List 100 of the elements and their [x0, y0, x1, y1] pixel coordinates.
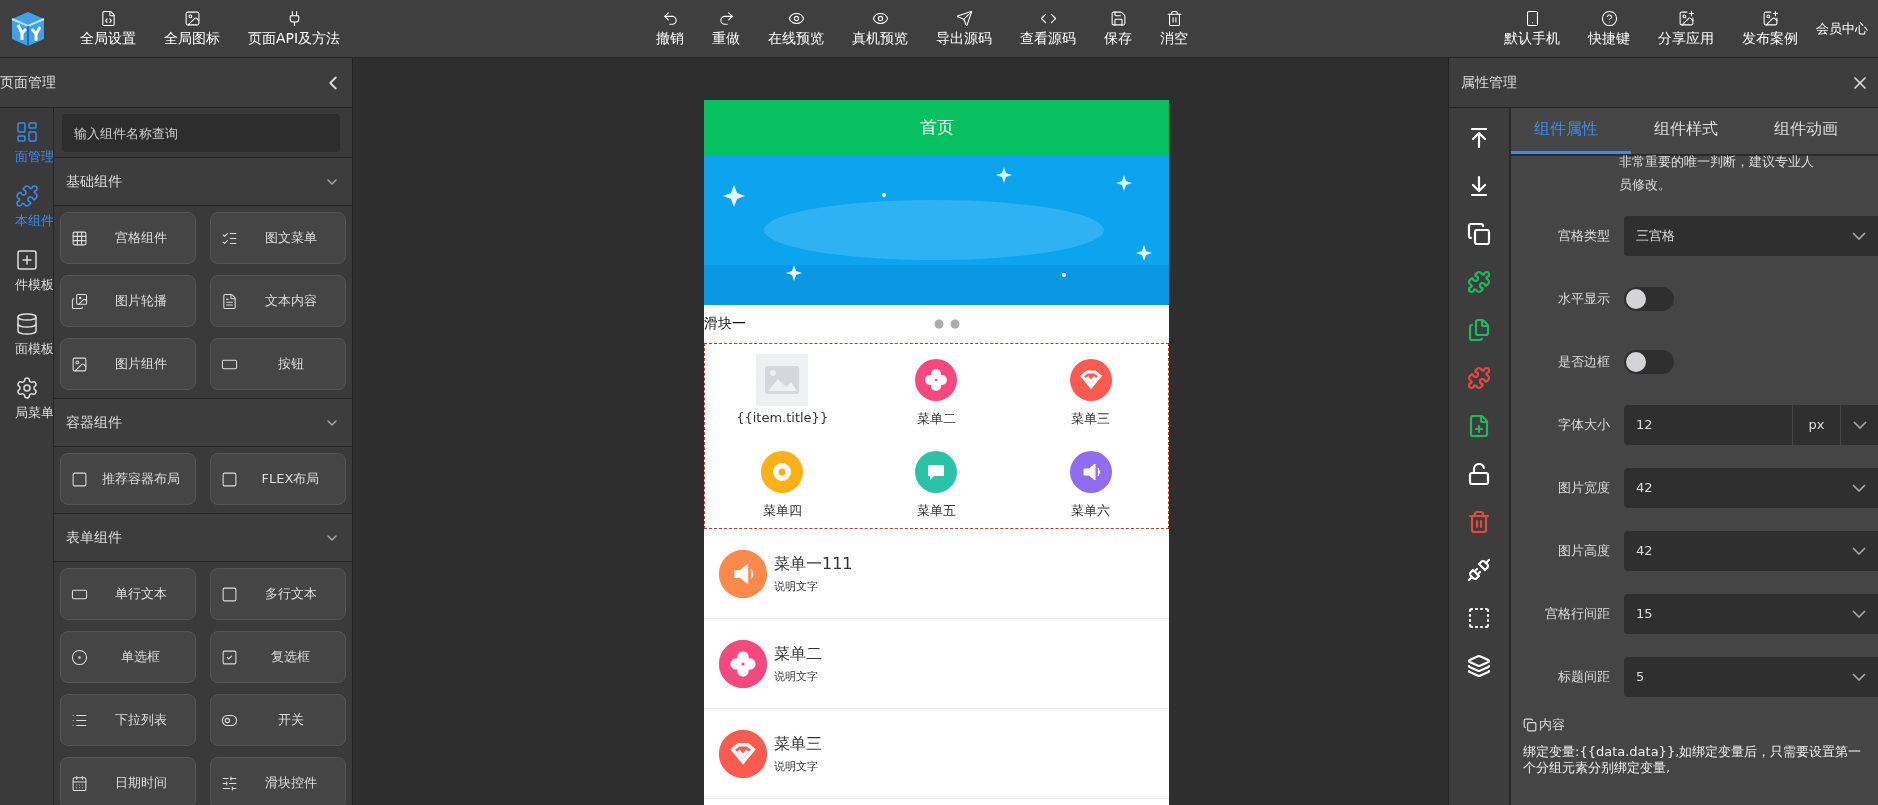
number-field[interactable]: 12: [1624, 404, 1792, 445]
chevron-down-icon: [1852, 420, 1867, 429]
toolbar-button[interactable]: 重做: [698, 5, 755, 52]
toolbar-button[interactable]: 消空: [1146, 5, 1203, 52]
select-field[interactable]: 5: [1624, 656, 1878, 697]
member-center-link[interactable]: 会员中心: [1812, 19, 1878, 38]
toggle-switch[interactable]: [1624, 286, 1674, 311]
square-plus-icon: [14, 248, 39, 272]
help-icon: [1600, 9, 1618, 27]
component-button[interactable]: 复选框: [210, 631, 346, 683]
sidebar-tab[interactable]: 件模板: [0, 248, 53, 294]
select-field[interactable]: 42: [1624, 530, 1878, 571]
slide-caption: 滑块一: [704, 315, 746, 333]
help-text: 绑定变量:{{data.data}},如绑定变量后，只需要设置第一个分组元素分别绑定变量,: [1523, 744, 1863, 776]
unplug-icon[interactable]: [1467, 558, 1491, 582]
select-field[interactable]: 三宫格: [1624, 215, 1878, 256]
send-icon: [955, 9, 973, 27]
field-label: 标题间距: [1557, 667, 1611, 686]
toolbar-button[interactable]: 保存: [1090, 5, 1147, 52]
square-icon: [221, 470, 238, 488]
toolbar-button[interactable]: 分享应用: [1644, 5, 1728, 52]
component-button[interactable]: 图文菜单: [210, 212, 346, 264]
component-button[interactable]: 推荐容器布局: [60, 453, 196, 505]
trash-icon[interactable]: [1467, 510, 1491, 534]
sidebar-tab[interactable]: 面模板: [0, 312, 53, 358]
chevron-down-icon: [1852, 609, 1866, 618]
copy-icon[interactable]: [1467, 222, 1491, 246]
toolbar-button[interactable]: 发布案例: [1728, 5, 1812, 52]
dropdown-button[interactable]: [1840, 404, 1878, 445]
toolbar-button[interactable]: 全局图标: [150, 5, 234, 52]
list-subtitle: 说明文字: [774, 578, 819, 594]
sidebar-tab[interactable]: 局菜单: [0, 376, 53, 422]
select-field[interactable]: 42: [1624, 467, 1878, 508]
toolbar-button[interactable]: 页面API及方法: [234, 5, 355, 52]
component-button[interactable]: 下拉列表: [60, 694, 196, 746]
component-button[interactable]: 图片轮播: [60, 275, 196, 327]
field-label: 是否边框: [1557, 352, 1611, 371]
toggle-switch[interactable]: [1624, 349, 1674, 374]
toolbar-button[interactable]: 在线预览: [754, 5, 839, 52]
file-plus-icon[interactable]: [1467, 414, 1491, 438]
layers-icon[interactable]: [1467, 654, 1491, 678]
list-title: 菜单二: [774, 643, 822, 665]
section-title: 内容: [1539, 716, 1565, 734]
toolbar-button[interactable]: 全局设置: [66, 5, 150, 52]
selection-icon[interactable]: [1467, 606, 1491, 630]
image-plus-icon: [1677, 9, 1695, 27]
sliders-icon: [221, 774, 238, 792]
puzzle-icon[interactable]: [1467, 270, 1491, 294]
component-button[interactable]: 宫格组件: [60, 212, 196, 264]
puzzle-icon[interactable]: [1467, 366, 1491, 390]
component-button[interactable]: 单选框: [60, 631, 196, 683]
component-button[interactable]: 开关: [210, 694, 346, 746]
chevron-down-icon: [1852, 231, 1866, 240]
property-tab[interactable]: 组件动画: [1751, 108, 1871, 154]
toolbar-button[interactable]: 默认手机: [1490, 5, 1574, 52]
toolbar-button[interactable]: 快捷键: [1574, 5, 1644, 52]
toolbar-button[interactable]: 真机预览: [838, 5, 923, 52]
image-icon: [183, 9, 201, 27]
images-icon: [71, 292, 88, 310]
list-title: 菜单一111: [774, 553, 853, 575]
toolbar-button[interactable]: 查看源码: [1006, 5, 1091, 52]
list-row[interactable]: 菜单二 说明文字: [704, 619, 1169, 709]
panel-title: 属性管理: [1460, 73, 1517, 92]
help-note: 非常重要的唯一判断，建议专业人员修改。: [1619, 153, 1815, 194]
toolbar-button[interactable]: 撤销: [642, 5, 699, 52]
list-row[interactable]: 菜单三 说明文字: [704, 709, 1169, 799]
component-button[interactable]: 单行文本: [60, 568, 196, 620]
panel-title: 页面管理: [0, 73, 56, 92]
sidebar-tab[interactable]: 面管理: [0, 120, 53, 166]
copy-icon: [1523, 718, 1537, 732]
menu-icon: [1069, 451, 1112, 493]
list-row[interactable]: 菜单一111 说明文字: [704, 529, 1169, 619]
page-title: 首页: [704, 100, 1169, 155]
trash-icon: [1165, 9, 1183, 27]
image-placeholder-icon: [756, 354, 809, 406]
pager-dots: [934, 319, 960, 329]
chevron-down-icon: [1852, 546, 1866, 555]
component-button[interactable]: 文本内容: [210, 275, 346, 327]
component-button[interactable]: 图片组件: [60, 338, 196, 390]
select-field[interactable]: 15: [1624, 593, 1878, 634]
undo-icon: [661, 9, 679, 27]
component-button[interactable]: FLEX布局: [210, 453, 346, 505]
field-label: 宫格类型: [1557, 226, 1611, 245]
menu-icon: [718, 639, 768, 688]
search-field[interactable]: 输入组件名称查询: [62, 114, 340, 152]
field-label: 图片高度: [1557, 541, 1611, 560]
unlock-icon[interactable]: [1467, 462, 1491, 486]
menu-icon: [718, 729, 768, 778]
component-button[interactable]: 日期时间: [60, 757, 196, 805]
property-tab[interactable]: 组件样式: [1631, 108, 1751, 154]
component-button[interactable]: 多行文本: [210, 568, 346, 620]
menu-icon: [718, 549, 768, 598]
component-button[interactable]: 滑块控件: [210, 757, 346, 805]
toolbar-button[interactable]: 导出源码: [922, 5, 1007, 52]
files-icon[interactable]: [1467, 318, 1491, 342]
save-icon: [1109, 9, 1127, 27]
puzzle-icon: [14, 184, 39, 208]
menu-label: 菜单二: [917, 410, 956, 428]
calendar-icon: [71, 774, 88, 792]
component-button[interactable]: 按钮: [210, 338, 346, 390]
